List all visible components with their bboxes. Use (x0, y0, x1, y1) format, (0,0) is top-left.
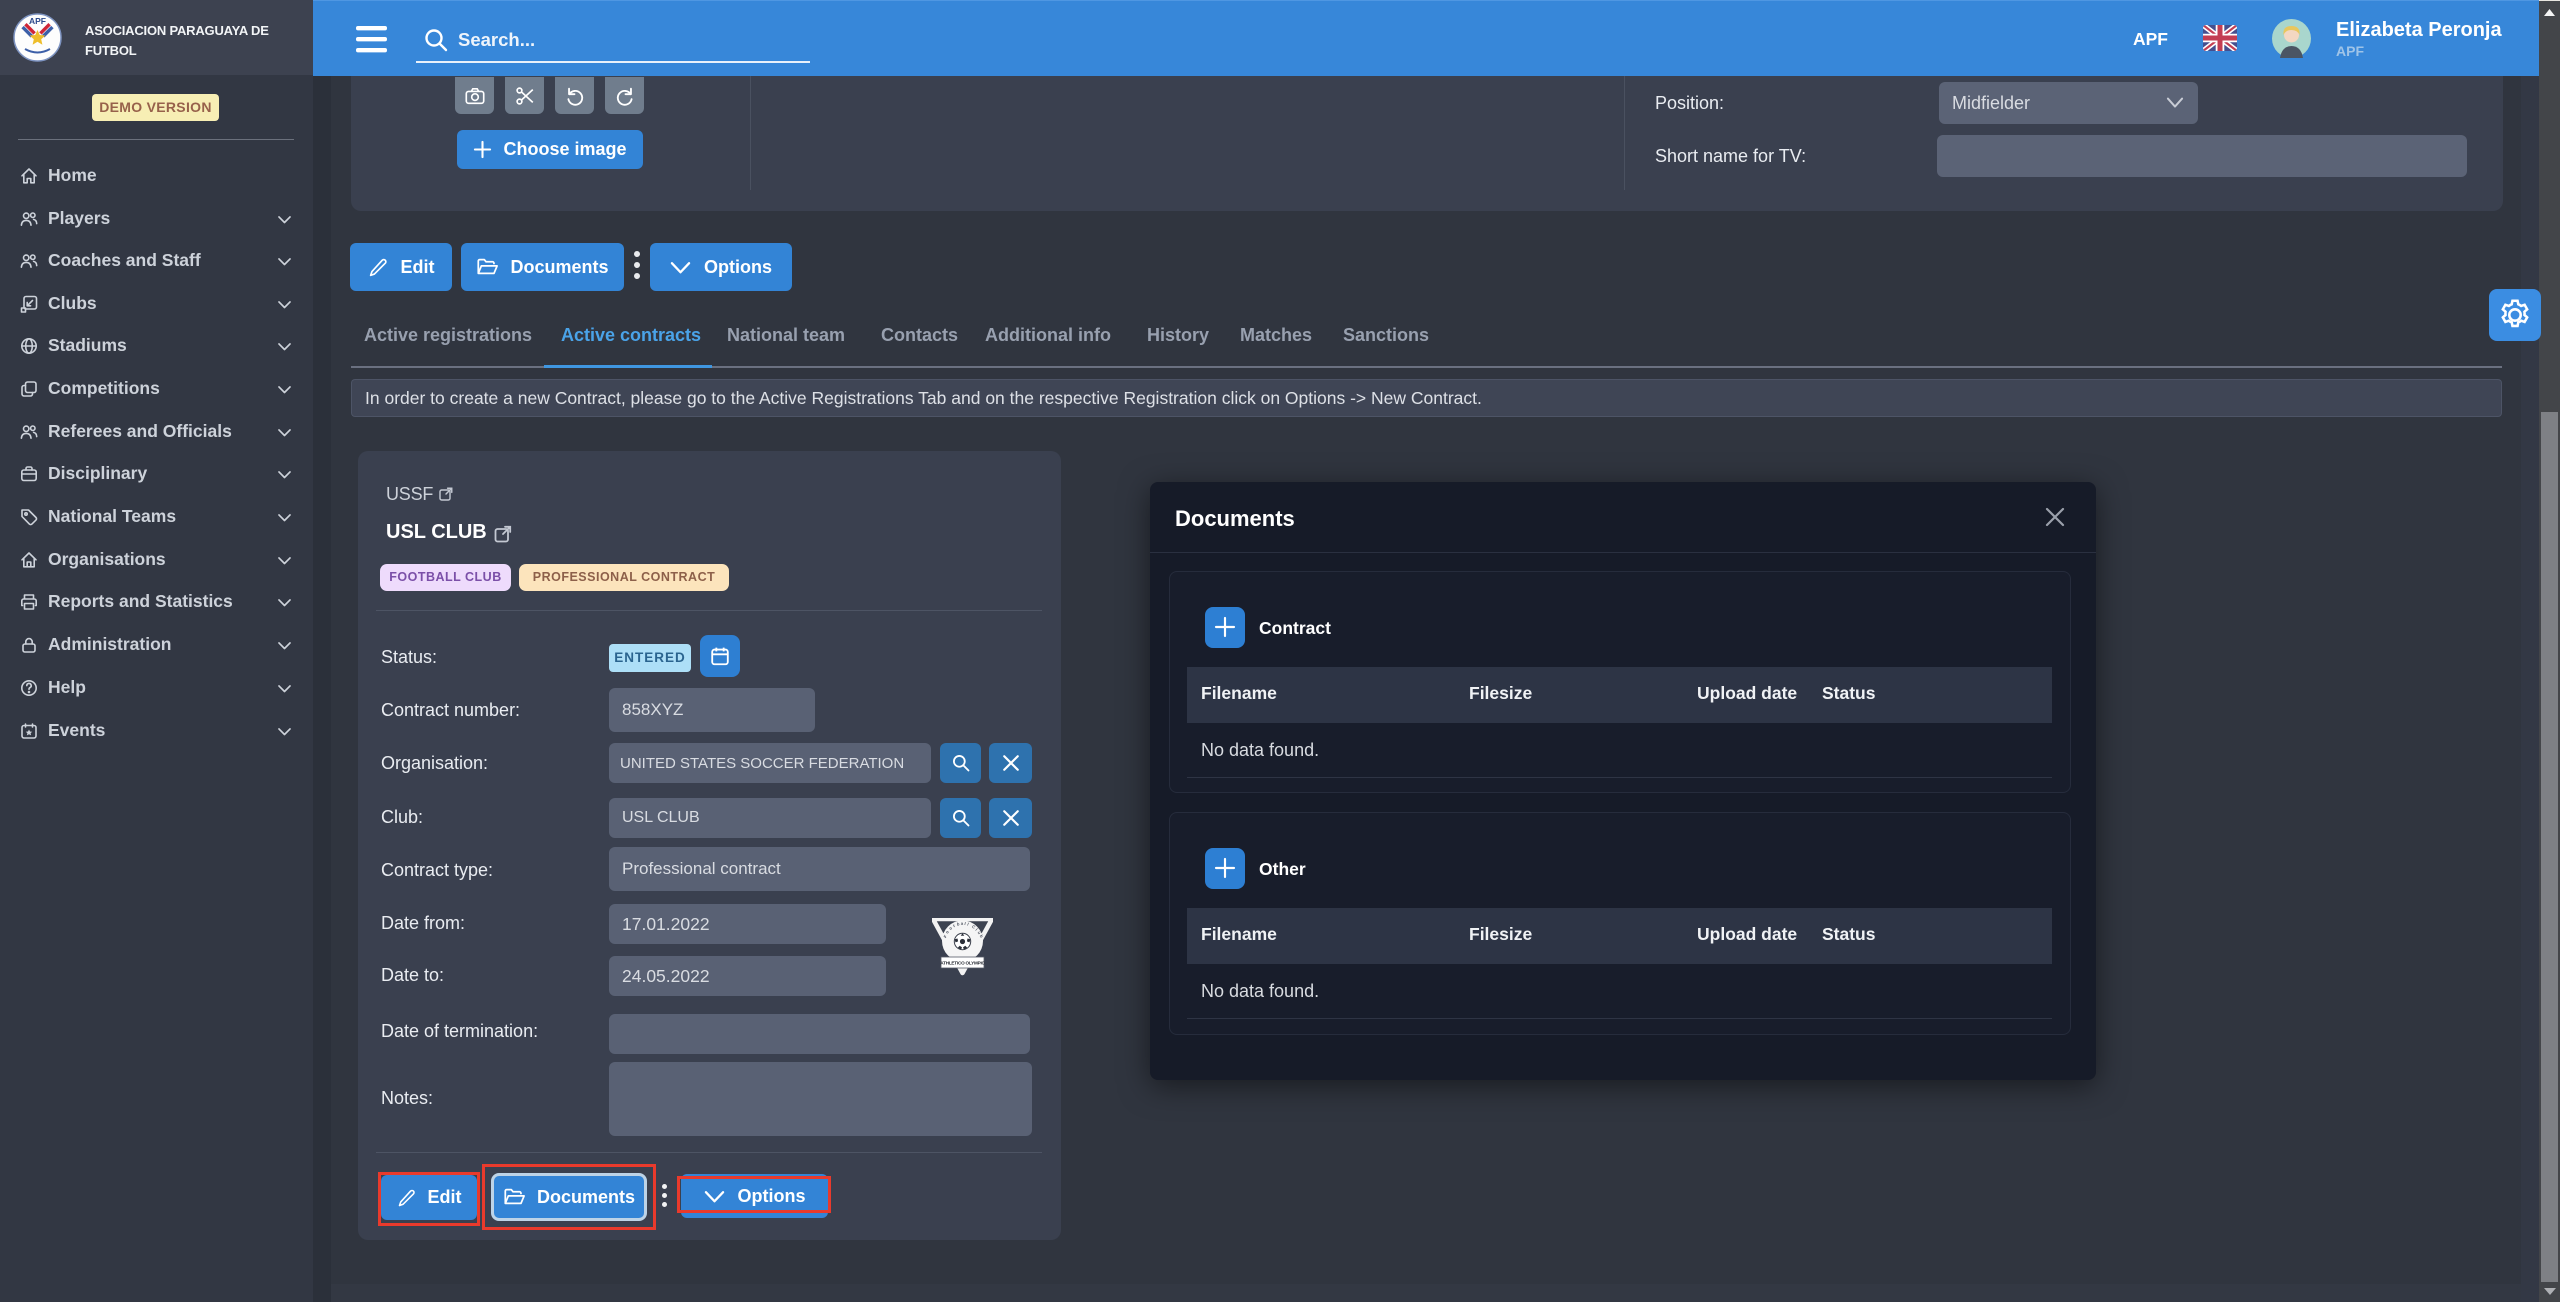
svg-text:APF: APF (29, 16, 46, 26)
svg-text:ATHLETICO OLYMPIC: ATHLETICO OLYMPIC (940, 961, 985, 966)
